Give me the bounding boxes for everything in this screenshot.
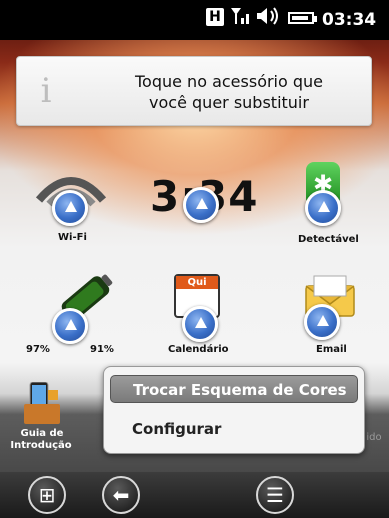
- menu-button[interactable]: ☰: [256, 476, 294, 514]
- calendar-label: Calendário: [168, 344, 229, 355]
- windows-start-icon: ⊞: [38, 483, 56, 507]
- notification-bubble[interactable]: i Toque no acessório que você quer subst…: [16, 56, 372, 126]
- menu-icon: ☰: [266, 483, 284, 507]
- volume-svg: [257, 7, 278, 25]
- notification-text: Toque no acessório que você quer substit…: [117, 71, 341, 113]
- tile-bluetooth[interactable]: ✱ Detectável: [290, 158, 378, 248]
- guide-icon: [24, 382, 60, 424]
- battery-icon[interactable]: [288, 12, 317, 24]
- right-shortcut-label: ido: [366, 432, 382, 443]
- guide-label-2: Introdução: [10, 440, 72, 451]
- calendar-day-label: Qui: [176, 276, 218, 289]
- back-button[interactable]: ⬅: [102, 476, 140, 514]
- status-bar: H 03:34: [0, 0, 389, 40]
- tile-wifi[interactable]: Wi-Fi: [30, 160, 112, 246]
- softkey-bar: ⊞ ⬅ ☰: [0, 472, 389, 518]
- bluetooth-toggle-ring[interactable]: [305, 190, 341, 226]
- guide-label-1: Guia de: [20, 428, 64, 439]
- wifi-toggle-ring[interactable]: [52, 190, 88, 226]
- calendar-ring[interactable]: [182, 306, 218, 342]
- menu-item-change-colors[interactable]: Trocar Esquema de Cores: [110, 375, 358, 403]
- home-screen: H 03:34 i Toque no acessório que você qu…: [0, 0, 389, 518]
- volume-icon[interactable]: [255, 6, 281, 31]
- battery-level: [292, 16, 308, 20]
- status-clock[interactable]: 03:34: [322, 10, 376, 30]
- wifi-label: Wi-Fi: [58, 232, 87, 243]
- back-arrow-icon: ⬅: [112, 483, 130, 507]
- menu-item-configure[interactable]: Configurar: [110, 415, 358, 443]
- tile-calendar[interactable]: Qui Calendário: [160, 270, 240, 360]
- notification-line-1: Toque no acessório que: [134, 72, 324, 91]
- bluetooth-label: Detectável: [298, 234, 359, 245]
- battery-ring[interactable]: [52, 308, 88, 344]
- windows-start-button[interactable]: ⊞: [28, 476, 66, 514]
- email-ring[interactable]: [304, 304, 340, 340]
- email-label: Email: [316, 344, 347, 355]
- h-network-icon: H: [206, 8, 224, 26]
- battery-percent-left: 97%: [26, 344, 50, 355]
- context-menu: Trocar Esquema de Cores Configurar: [103, 366, 365, 454]
- signal-icon[interactable]: [229, 6, 251, 31]
- signal-svg: [231, 8, 249, 24]
- tile-email[interactable]: Email: [290, 270, 370, 360]
- battery-percent-right: 91%: [90, 344, 114, 355]
- info-icon: i: [40, 71, 52, 111]
- clock-ring[interactable]: [183, 187, 219, 223]
- tile-battery[interactable]: 97% 91%: [22, 270, 122, 360]
- guide-shortcut[interactable]: Guia de Introdução: [6, 382, 76, 462]
- notification-line-2: você quer substituir: [149, 93, 309, 112]
